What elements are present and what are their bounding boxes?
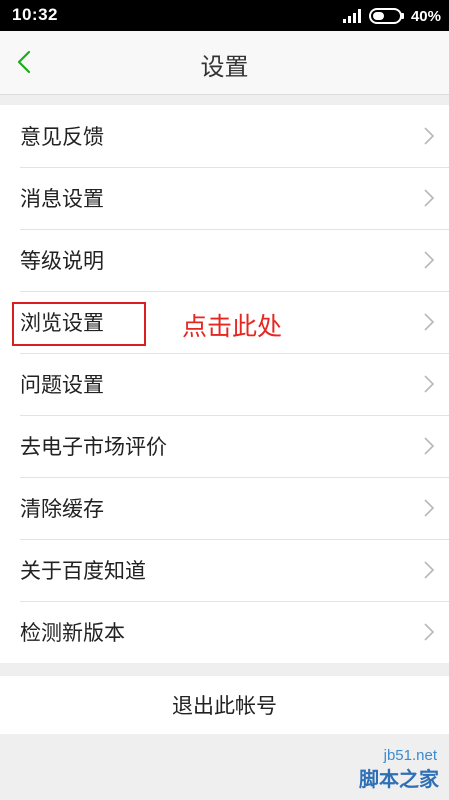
page-title: 设置 (200, 53, 249, 81)
menu-item-level-info[interactable]: 等级说明 (0, 229, 449, 291)
chevron-right-icon (424, 189, 435, 207)
menu-item-label: 清除缓存 (20, 497, 104, 521)
menu-item-label: 等级说明 (20, 249, 104, 273)
watermark-url: jb51.net (383, 747, 437, 764)
annotation-text: 点击此处 (182, 312, 283, 341)
menu-item-label: 问题设置 (20, 373, 104, 397)
menu-item-check-update[interactable]: 检测新版本 (0, 601, 449, 663)
highlight-box (12, 302, 146, 346)
chevron-right-icon (424, 623, 435, 641)
menu-item-message-settings[interactable]: 消息设置 (0, 167, 449, 229)
status-right: 40% (342, 4, 441, 28)
menu-item-label: 检测新版本 (20, 621, 125, 645)
menu-item-label: 去电子市场评价 (20, 435, 167, 459)
menu-item-feedback[interactable]: 意见反馈 (0, 105, 449, 167)
menu-item-question-settings[interactable]: 问题设置 (0, 353, 449, 415)
settings-menu: 意见反馈 消息设置 等级说明 浏览设置 问题设置 去电子市场评价 清除缓存 关于… (0, 105, 449, 663)
battery-icon (368, 8, 404, 24)
menu-item-label: 关于百度知道 (20, 559, 146, 583)
menu-item-label: 消息设置 (20, 187, 104, 211)
menu-item-clear-cache[interactable]: 清除缓存 (0, 477, 449, 539)
watermark: jb51.net 脚本之家 (299, 730, 449, 800)
menu-item-label: 意见反馈 (20, 125, 104, 149)
battery-level: 40% (410, 7, 441, 25)
status-time: 10:32 (12, 5, 58, 24)
chevron-right-icon (424, 251, 435, 269)
signal-icon (342, 9, 361, 23)
chevron-right-icon (424, 127, 435, 145)
watermark-name: 脚本之家 (359, 767, 439, 791)
menu-item-about[interactable]: 关于百度知道 (0, 539, 449, 601)
chevron-right-icon (424, 437, 435, 455)
navigation-bar: 设置 (0, 31, 449, 95)
chevron-right-icon (424, 313, 435, 331)
logout-button[interactable]: 退出此帐号 (0, 676, 449, 734)
chevron-right-icon (424, 499, 435, 517)
menu-item-rate-app[interactable]: 去电子市场评价 (0, 415, 449, 477)
status-bar: 10:32 40% (0, 0, 449, 31)
chevron-right-icon (424, 561, 435, 579)
chevron-right-icon (424, 375, 435, 393)
